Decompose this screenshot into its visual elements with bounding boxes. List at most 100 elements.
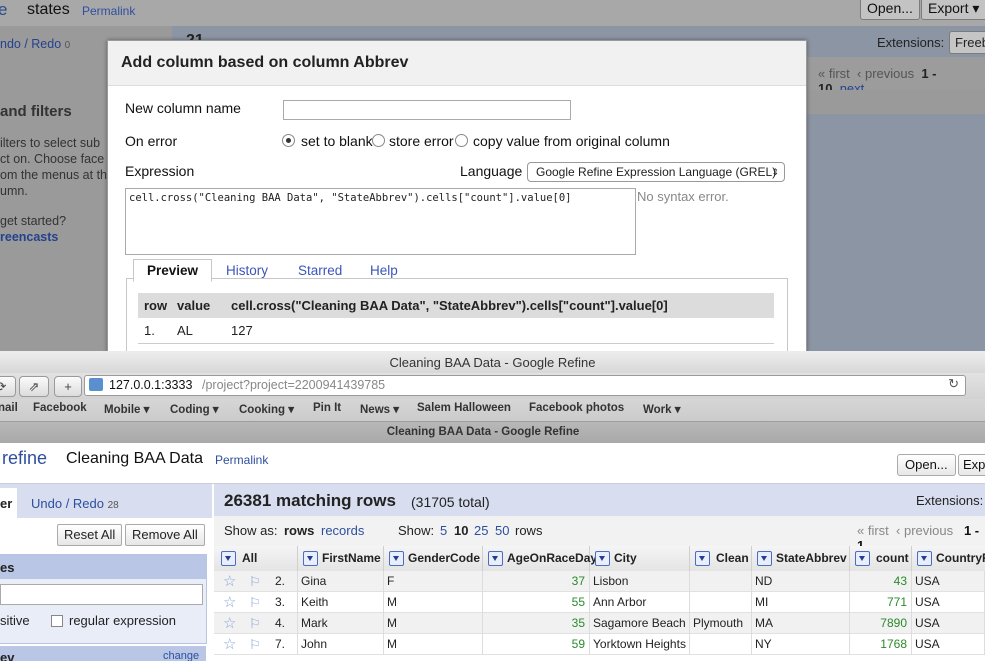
bookmark-news[interactable]: News ▾ [360, 402, 399, 416]
flag-icon[interactable]: ⚐ [249, 571, 261, 592]
flag-icon[interactable]: ⚐ [249, 613, 261, 634]
bookmark-coding[interactable]: Coding ▾ [170, 402, 219, 416]
radio-store-error[interactable] [372, 134, 385, 147]
show-as-rows[interactable]: rows [284, 523, 314, 538]
cell-gender[interactable]: M [384, 634, 483, 655]
cell-first[interactable]: John [298, 634, 384, 655]
column-clean-dropdown-icon[interactable] [695, 551, 710, 566]
address-bar[interactable]: 127.0.0.1:3333 /project?project=22009414… [84, 375, 966, 396]
cell-gender[interactable]: F [384, 571, 483, 592]
cell-city[interactable]: Ann Arbor [590, 592, 690, 613]
cell-age[interactable]: 37 [483, 571, 590, 592]
page-size-10[interactable]: 10 [454, 523, 468, 538]
refine-logo[interactable]: refine [2, 448, 47, 469]
column-ageonraceday-dropdown-icon[interactable] [488, 551, 503, 566]
bookmark-salem-halloween[interactable]: Salem Halloween [417, 402, 511, 414]
expression-textarea[interactable]: cell.cross("Cleaning BAA Data", "StateAb… [125, 188, 636, 255]
column-count[interactable]: count [850, 546, 912, 571]
export-button[interactable]: Exp [958, 454, 985, 476]
column-gendercode-dropdown-icon[interactable] [389, 551, 404, 566]
new-tab-plus-icon[interactable]: + [54, 376, 82, 397]
tab-facet-filter[interactable]: er [0, 488, 17, 518]
cell-country[interactable]: USA [912, 592, 985, 613]
star-icon[interactable]: ☆ [223, 571, 236, 592]
star-icon[interactable]: ☆ [223, 634, 236, 655]
bg-export-button[interactable]: Export ▾ [921, 0, 985, 20]
flag-icon[interactable]: ⚐ [249, 592, 261, 613]
column-firstname[interactable]: FirstName [298, 546, 384, 571]
cell-city[interactable]: Lisbon [590, 571, 690, 592]
reset-all-button[interactable]: Reset All [57, 524, 123, 546]
bookmark-work[interactable]: Work ▾ [643, 402, 681, 416]
project-name[interactable]: Cleaning BAA Data [66, 450, 203, 468]
column-clean[interactable]: Clean [690, 546, 752, 571]
column-city-dropdown-icon[interactable] [595, 551, 610, 566]
bg-undo-redo[interactable]: ndo / Redo 0 [0, 37, 70, 51]
tab-starred[interactable]: Starred [298, 263, 342, 278]
column-country-dropdown-icon[interactable] [917, 551, 932, 566]
cell-country[interactable]: USA [912, 634, 985, 655]
cell-count[interactable]: 7890 [850, 613, 912, 634]
star-icon[interactable]: ☆ [223, 613, 236, 634]
cell-first[interactable]: Mark [298, 613, 384, 634]
cell-clean[interactable] [690, 592, 752, 613]
facet2-change-link[interactable]: change [163, 650, 199, 661]
permalink-link[interactable]: Permalink [215, 453, 268, 467]
bg-open-button[interactable]: Open... [860, 0, 920, 20]
active-tab-title[interactable]: Cleaning BAA Data - Google Refine [0, 426, 966, 438]
cell-clean[interactable] [690, 634, 752, 655]
regex-checkbox[interactable] [51, 615, 63, 627]
tab-undo-redo[interactable]: Undo / Redo 28 [31, 496, 119, 511]
remove-all-button[interactable]: Remove All [125, 524, 205, 546]
cell-gender[interactable]: M [384, 592, 483, 613]
radio-copy-value[interactable] [455, 134, 468, 147]
cell-city[interactable]: Sagamore Beach [590, 613, 690, 634]
page-size-50[interactable]: 50 [495, 523, 509, 538]
cell-age[interactable]: 59 [483, 634, 590, 655]
cell-clean[interactable] [690, 571, 752, 592]
open-button[interactable]: Open... [897, 454, 956, 476]
share-icon[interactable]: ⇗ [19, 376, 49, 397]
cell-state[interactable]: MI [752, 592, 850, 613]
previous-page-link[interactable]: ‹ previous [896, 523, 953, 538]
facet-search-input[interactable] [0, 584, 203, 605]
column-gendercode[interactable]: GenderCode [384, 546, 483, 571]
cell-count[interactable]: 1768 [850, 634, 912, 655]
cell-state[interactable]: ND [752, 571, 850, 592]
cell-first[interactable]: Gina [298, 571, 384, 592]
cell-city[interactable]: Yorktown Heights [590, 634, 690, 655]
column-count-dropdown-icon[interactable] [855, 551, 870, 566]
star-icon[interactable]: ☆ [223, 592, 236, 613]
new-column-name-input[interactable] [283, 100, 571, 120]
page-size-25[interactable]: 25 [474, 523, 488, 538]
column-stateabbrev-dropdown-icon[interactable] [757, 551, 772, 566]
bookmark-mobile[interactable]: Mobile ▾ [104, 402, 149, 416]
column-country[interactable]: CountryR [912, 546, 985, 571]
bookmark-facebook-photos[interactable]: Facebook photos [529, 402, 624, 414]
bookmark-pin-it[interactable]: Pin It [313, 402, 341, 414]
cell-age[interactable]: 35 [483, 613, 590, 634]
cell-count[interactable]: 771 [850, 592, 912, 613]
column-ageonraceday[interactable]: AgeOnRaceDay [483, 546, 597, 571]
column-city[interactable]: City [590, 546, 690, 571]
bookmark-mail[interactable]: nail [0, 402, 18, 414]
reload-icon[interactable]: ↻ [948, 376, 959, 392]
column-all[interactable]: All [214, 546, 298, 571]
tab-help[interactable]: Help [370, 263, 398, 278]
bg-permalink[interactable]: Permalink [82, 4, 135, 18]
cell-country[interactable]: USA [912, 571, 985, 592]
bg-extensions-button[interactable]: Freeb [949, 31, 985, 54]
flag-icon[interactable]: ⚐ [249, 634, 261, 655]
cell-state[interactable]: NY [752, 634, 850, 655]
bg-screencasts-link[interactable]: reencasts [0, 230, 58, 244]
bookmark-facebook[interactable]: Facebook [33, 402, 87, 414]
radio-set-to-blank[interactable] [282, 134, 295, 147]
show-as-records[interactable]: records [321, 523, 364, 538]
cell-clean[interactable]: Plymouth [690, 613, 752, 634]
tab-preview[interactable]: Preview [133, 259, 213, 282]
cell-age[interactable]: 55 [483, 592, 590, 613]
language-select[interactable]: Google Refine Expression Language (GREL)… [527, 162, 785, 182]
cell-count[interactable]: 43 [850, 571, 912, 592]
column-all-dropdown-icon[interactable] [221, 551, 236, 566]
cell-country[interactable]: USA [912, 613, 985, 634]
